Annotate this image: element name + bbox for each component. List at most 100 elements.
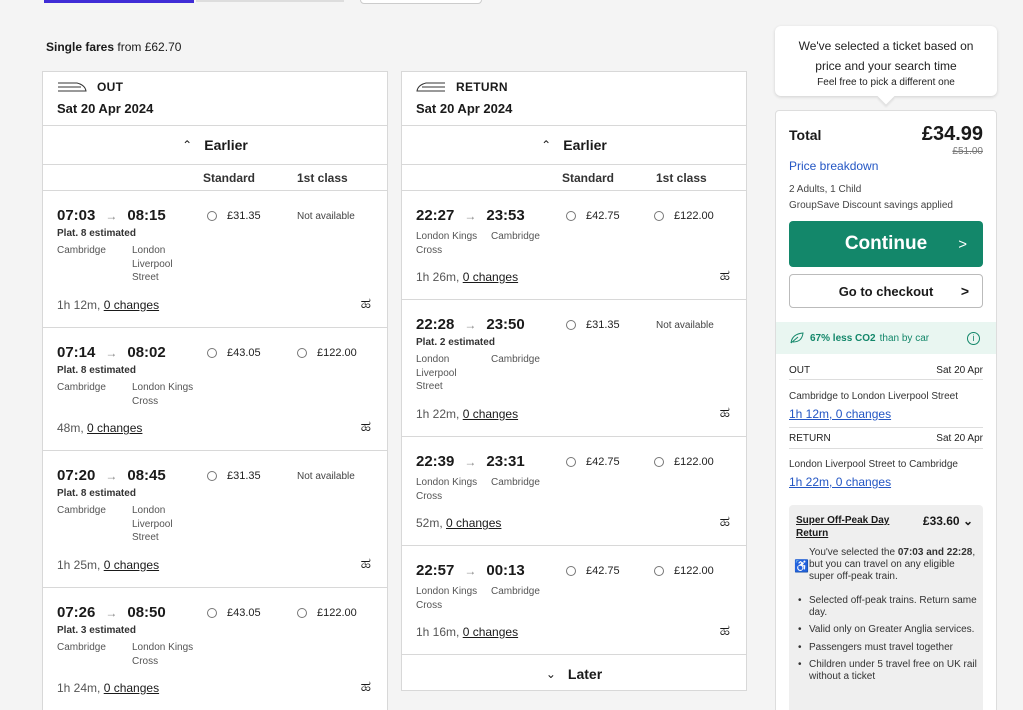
out-journey-link[interactable]: 1h 12m, 0 changes — [789, 407, 891, 421]
platform-info: Plat. 2 estimated — [416, 337, 495, 348]
departure-time: 22:27 — [416, 207, 455, 224]
info-icon[interactable]: i — [967, 331, 980, 345]
ret-later-button[interactable]: ⌄ Later — [402, 655, 746, 693]
fare-price: £31.35 — [586, 319, 620, 331]
radio-button[interactable] — [207, 608, 217, 618]
divider — [789, 379, 983, 380]
fare-price: £31.35 — [227, 470, 261, 482]
changes-link[interactable]: 0 changes — [463, 407, 518, 421]
fare-price: £122.00 — [674, 210, 714, 222]
out-leg-label: OUT — [789, 365, 811, 376]
radio-button[interactable] — [654, 457, 664, 467]
radio-button[interactable] — [207, 471, 217, 481]
duration: 48m, — [57, 421, 84, 435]
standard-fare-option[interactable]: £42.75 — [566, 456, 620, 468]
groupsave-note: GroupSave Discount savings applied — [789, 200, 953, 211]
radio-button[interactable] — [566, 211, 576, 221]
first-class-fare-option[interactable]: £122.00 — [654, 565, 714, 577]
tooltip-pointer — [877, 87, 895, 105]
ret-earlier-button[interactable]: ⌃ Earlier — [402, 126, 746, 165]
chevron-down-icon: ⌄ — [962, 514, 973, 528]
arrow-right-icon: → — [105, 345, 118, 360]
standard-fare-option[interactable]: £31.35 — [207, 210, 261, 222]
selection-tooltip: We've selected a ticket based on price a… — [775, 26, 997, 105]
duration: 1h 24m, — [57, 681, 101, 695]
journey-row[interactable]: 07:03 → 08:15 Plat. 8 estimated Cambridge … — [43, 191, 387, 328]
go-to-checkout-button[interactable]: Go to checkout > — [789, 274, 983, 308]
ret-journey-link[interactable]: 1h 22m, 0 changes — [789, 475, 891, 489]
outbound-header: OUT Sat 20 Apr 2024 — [43, 72, 387, 126]
departure-time: 22:28 — [416, 316, 455, 333]
duration: 1h 25m, — [57, 558, 101, 572]
departure-time: 07:26 — [57, 604, 96, 621]
radio-button[interactable] — [654, 566, 664, 576]
fare-price: £43.05 — [227, 347, 261, 359]
fare-price: £42.75 — [586, 456, 620, 468]
basket-summary-panel: Total £34.99 £51.00 Price breakdown 2 Ad… — [775, 110, 997, 710]
radio-button[interactable] — [566, 457, 576, 467]
radio-button[interactable] — [297, 348, 307, 358]
changes-link[interactable]: 0 changes — [446, 516, 501, 530]
changes-link[interactable]: 0 changes — [87, 421, 142, 435]
standard-fare-option[interactable]: £42.75 — [566, 565, 620, 577]
journey-row[interactable]: 22:57 → 00:13 London Kings Cross Cambridge… — [402, 546, 746, 655]
ret-class-header: Standard 1st class — [402, 165, 746, 191]
journey-row[interactable]: 07:20 → 08:45 Plat. 8 estimated Cambridge … — [43, 451, 387, 588]
origin-station: London Kings Cross — [416, 477, 478, 502]
destination-station: London Liverpool Street — [132, 245, 173, 283]
radio-button[interactable] — [207, 211, 217, 221]
fare-price: £122.00 — [317, 607, 357, 619]
arrival-time: 08:50 — [127, 604, 166, 621]
fare-condition: Children under 5 travel free on UK rail … — [796, 659, 978, 682]
journey-row[interactable]: 07:26 → 08:50 Plat. 3 estimated Cambridge … — [43, 588, 387, 710]
standard-fare-option[interactable]: £43.05 — [207, 607, 261, 619]
price-breakdown-link[interactable]: Price breakdown — [789, 159, 878, 173]
departure-time: 07:14 — [57, 344, 96, 361]
radio-button[interactable] — [566, 566, 576, 576]
standard-fare-option[interactable]: £43.05 — [207, 347, 261, 359]
destination-station: Cambridge — [491, 231, 540, 242]
radio-button[interactable] — [207, 348, 217, 358]
destination-station: Cambridge — [491, 477, 540, 488]
journey-row[interactable]: 22:39 → 23:31 London Kings Cross Cambridge… — [402, 437, 746, 546]
radio-button[interactable] — [654, 211, 664, 221]
top-button[interactable] — [360, 0, 482, 4]
arrow-right-icon: → — [464, 454, 477, 469]
first-class-fare-option[interactable]: £122.00 — [654, 210, 714, 222]
changes-link[interactable]: 0 changes — [463, 625, 518, 639]
changes-link[interactable]: 0 changes — [463, 270, 518, 284]
first-class-fare-option[interactable]: £122.00 — [654, 456, 714, 468]
fare-price-toggle[interactable]: £33.60 ⌄ — [923, 514, 973, 528]
standard-fare-option[interactable]: £42.75 — [566, 210, 620, 222]
standard-fare-option[interactable]: £31.35 — [566, 319, 620, 331]
origin-station: Cambridge — [57, 642, 106, 653]
return-label: RETURN — [456, 80, 508, 94]
journey-row[interactable]: 22:28 → 23:50 Plat. 2 estimated London Liv… — [402, 300, 746, 437]
total-price: £34.99 — [921, 123, 983, 145]
radio-button[interactable] — [566, 320, 576, 330]
first-class-col-label: 1st class — [297, 171, 348, 185]
changes-link[interactable]: 0 changes — [104, 681, 159, 695]
out-earlier-button[interactable]: ⌃ Earlier — [43, 126, 387, 165]
changes-link[interactable]: 0 changes — [104, 558, 159, 572]
continue-button[interactable]: Continue > — [789, 221, 983, 267]
fare-sel-times: 07:03 and 22:28 — [897, 547, 973, 558]
journey-row[interactable]: 22:27 → 23:53 London Kings Cross Cambridge… — [402, 191, 746, 300]
radio-button[interactable] — [297, 608, 307, 618]
first-class-fare-option[interactable]: £122.00 — [297, 607, 357, 619]
first-class-fare-option[interactable]: £122.00 — [297, 347, 357, 359]
platform-info: Plat. 8 estimated — [57, 228, 136, 239]
journey-row[interactable]: 07:14 → 08:02 Plat. 8 estimated Cambridge … — [43, 328, 387, 451]
out-class-header: Standard 1st class — [43, 165, 387, 191]
fare-conditions-list: Selected off-peak trains. Return same da… — [796, 595, 978, 688]
first-class-unavailable: Not available — [656, 320, 714, 331]
out-leg-date: Sat 20 Apr — [936, 365, 983, 376]
bicycle-icon: ಹ — [719, 622, 730, 639]
destination-station: Cambridge — [491, 354, 540, 365]
changes-link[interactable]: 0 changes — [104, 298, 159, 312]
origin-station: London Liverpool Street — [416, 354, 457, 392]
fare-type-link[interactable]: Super Off-Peak Day Return — [796, 514, 916, 540]
standard-fare-option[interactable]: £31.35 — [207, 470, 261, 482]
tooltip-line-1: We've selected a ticket based on — [798, 39, 974, 53]
passenger-count: 2 Adults, 1 Child — [789, 184, 862, 195]
